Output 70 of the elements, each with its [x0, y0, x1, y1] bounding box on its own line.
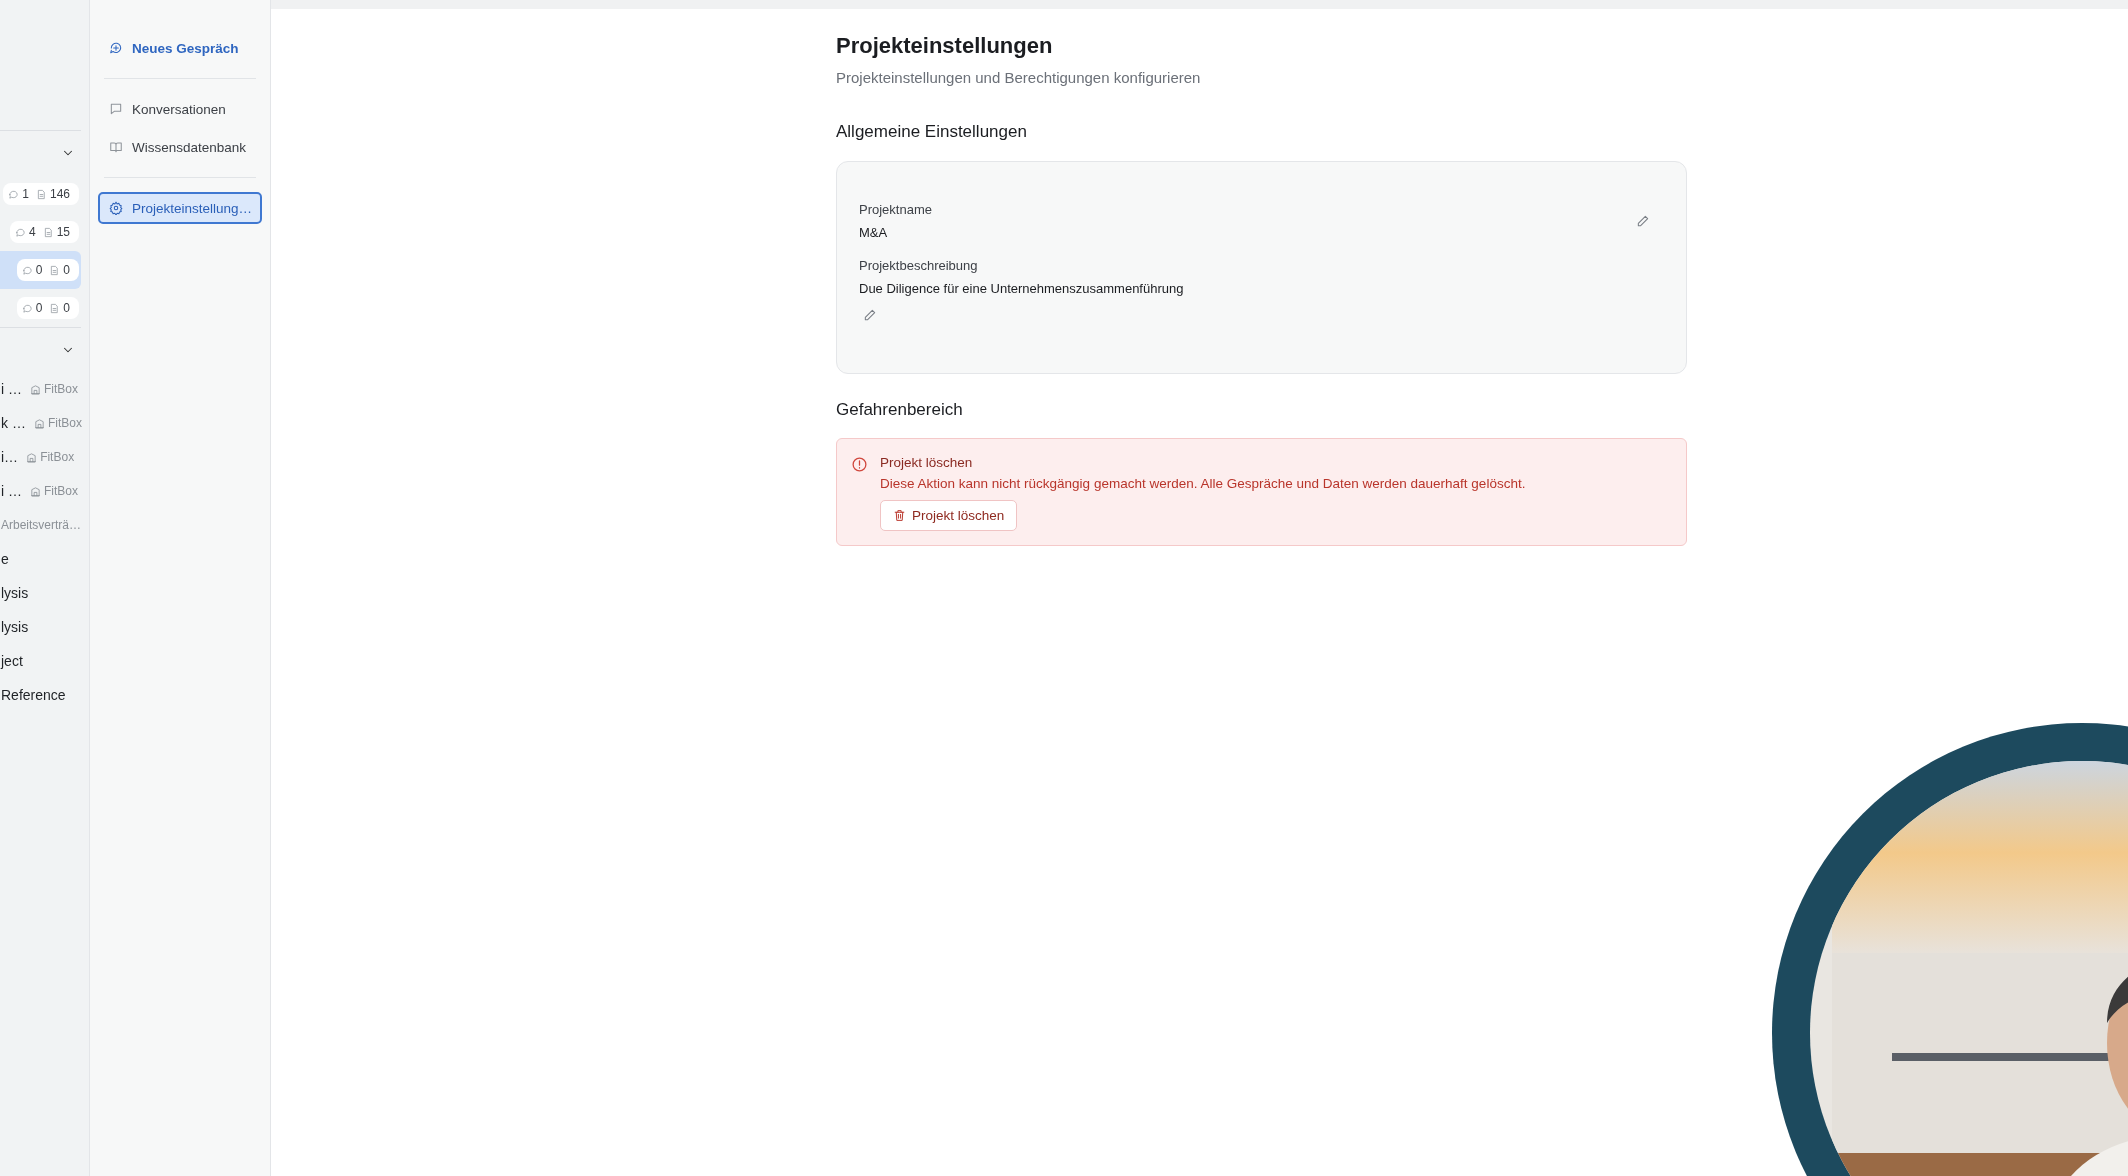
field-value: M&A — [859, 225, 889, 240]
project-row[interactable]: lysis — [0, 576, 81, 610]
client-tag: FitBox — [44, 484, 78, 498]
page-subtitle: Projekteinstellungen und Berechtigungen konfigurieren — [836, 69, 1202, 86]
section-heading: Allgemeine Einstellungen — [836, 122, 1028, 142]
section-heading: Gefahrenbereich — [836, 400, 964, 420]
chat-count: 0 — [35, 301, 43, 315]
chat-bubble-icon — [21, 264, 33, 276]
document-icon — [49, 264, 61, 276]
document-count: 15 — [56, 225, 70, 239]
field-value: Due Diligence für eine Unternehmenszusammenführung — [859, 281, 1184, 296]
project-name: i … — [1, 381, 22, 397]
danger-description: Diese Aktion kann nicht rückgängig gemacht werden. Alle Gespräche und Daten werden dauerhaft gelöscht. — [880, 476, 1526, 491]
project-row[interactable]: k … FitBox — [0, 406, 81, 440]
project-name: lysis — [1, 619, 29, 635]
delete-project-button[interactable]: Projekt löschen — [880, 500, 1018, 531]
project-row[interactable]: 0 0 — [0, 251, 81, 289]
building-icon — [26, 451, 38, 463]
building-icon — [30, 485, 41, 497]
edit-icon[interactable] — [1636, 214, 1650, 228]
chat-count: 1 — [22, 187, 29, 201]
building-icon — [30, 383, 41, 395]
project-row[interactable]: Reference — [0, 678, 81, 712]
project-name: i… — [1, 449, 19, 465]
trash-icon — [893, 509, 906, 522]
project-row[interactable]: 4 15 — [0, 213, 81, 251]
chat-count: 4 — [28, 225, 36, 239]
project-row[interactable]: 0 0 — [0, 289, 81, 327]
project-name: Reference — [1, 687, 66, 703]
chat-bubble-icon — [14, 226, 26, 238]
document-count: 0 — [63, 263, 70, 277]
nav-item[interactable]: Projekteinstellung… — [98, 192, 262, 224]
project-name: i … — [1, 483, 22, 499]
alert-icon — [851, 456, 868, 473]
project-row[interactable]: ject — [0, 644, 81, 678]
document-icon — [35, 188, 47, 200]
page-title: Projekteinstellungen — [836, 33, 1054, 59]
project-row[interactable]: i… FitBox — [0, 440, 81, 474]
edit-icon[interactable] — [863, 308, 877, 322]
client-tag: FitBox — [44, 382, 78, 396]
book-icon — [109, 140, 123, 154]
project-row[interactable]: i … FitBox — [0, 474, 81, 508]
project-name: k … — [1, 415, 26, 431]
chat-bubble-icon — [21, 302, 33, 314]
project-row[interactable]: 1 146 — [0, 175, 81, 213]
field-label: Projektbeschreibung — [859, 258, 979, 273]
chat-plus-icon — [109, 41, 123, 55]
nav-item[interactable]: Konversationen — [98, 93, 262, 125]
chat-bubble-icon — [8, 188, 20, 200]
danger-title: Projekt löschen — [880, 455, 973, 470]
building-icon — [33, 417, 45, 429]
project-row[interactable]: i … FitBox — [0, 372, 81, 406]
document-count: 0 — [63, 301, 70, 315]
nav-item[interactable]: Wissensdatenbank — [98, 131, 262, 163]
client-tag: Arbeitsverträ… — [1, 518, 82, 532]
client-tag: FitBox — [47, 416, 82, 430]
message-icon — [109, 102, 123, 116]
client-tag: FitBox — [40, 450, 75, 464]
document-icon — [42, 226, 54, 238]
project-name: lysis — [1, 585, 29, 601]
project-row[interactable]: e — [0, 542, 81, 576]
settings-icon — [109, 201, 123, 215]
chat-count: 0 — [35, 263, 43, 277]
project-name: e — [1, 551, 9, 567]
document-icon — [49, 302, 61, 314]
project-row[interactable]: lysis — [0, 610, 81, 644]
document-count: 146 — [49, 187, 70, 201]
new-chat-button[interactable]: Neues Gespräch — [98, 32, 262, 64]
project-name: ject — [1, 653, 23, 669]
field-label: Projektname — [859, 202, 932, 217]
